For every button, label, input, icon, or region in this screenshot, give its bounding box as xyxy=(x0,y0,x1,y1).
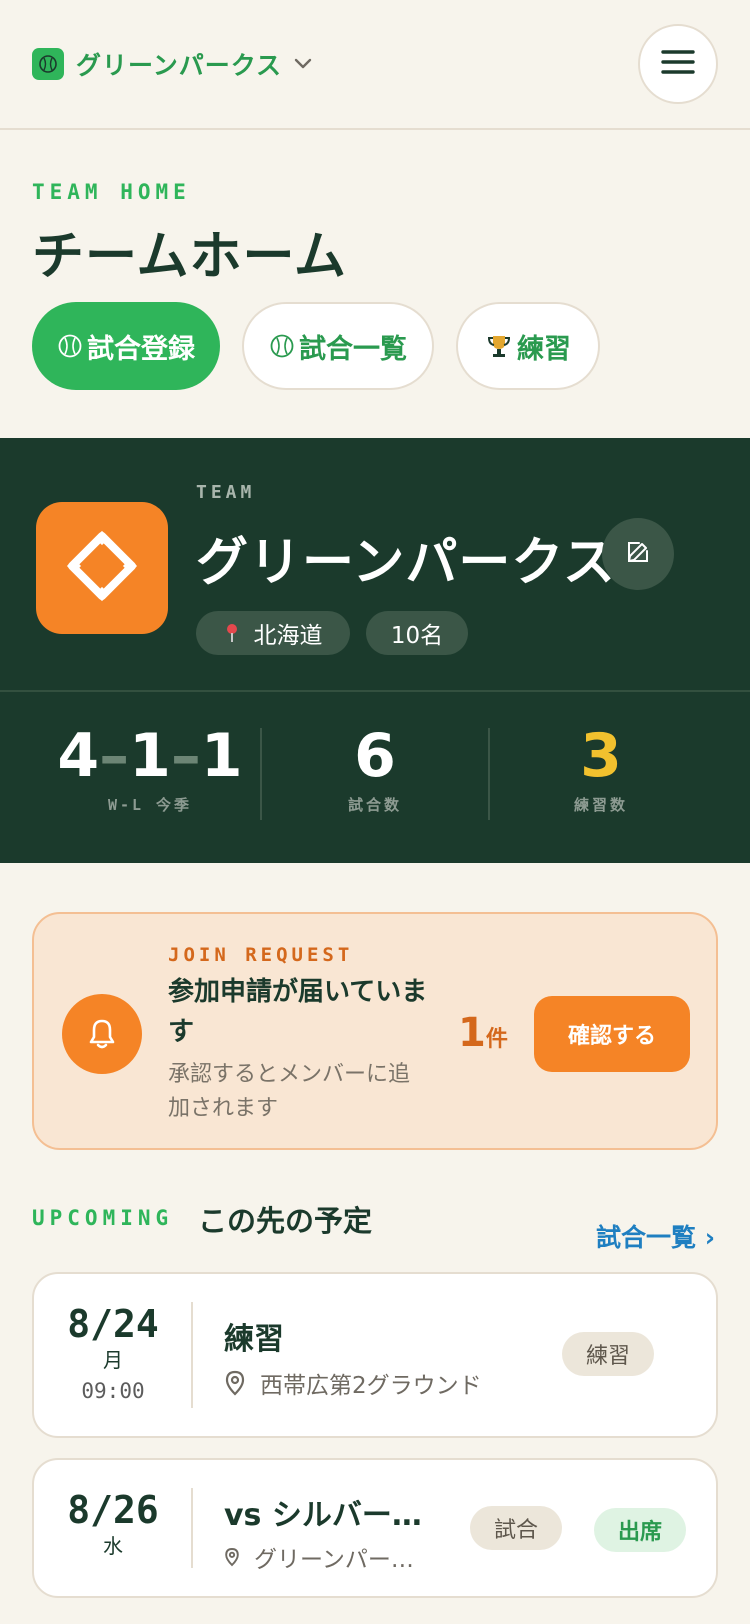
event-type-badge: 練習 xyxy=(562,1332,654,1376)
upcoming-title: この先の予定 xyxy=(198,1204,373,1238)
games-stat: 6 試合数 xyxy=(262,720,488,820)
event-time: 09:00 xyxy=(81,1379,145,1403)
record-stat: 4–1–1 W-L 今季 xyxy=(40,720,260,820)
baseball-icon xyxy=(57,333,83,359)
practices-label: 練習数 xyxy=(573,796,628,814)
event-divider xyxy=(191,1488,193,1568)
practice-button[interactable]: 練習 xyxy=(456,302,600,390)
join-request-eyebrow: JOIN REQUEST xyxy=(168,944,354,966)
pencil-icon xyxy=(625,539,651,569)
game-list-link[interactable]: 試合一覧 › xyxy=(596,1218,715,1254)
event-place: 西帯広第2グラウンド xyxy=(224,1366,482,1400)
event-weekday: 水 xyxy=(103,1534,123,1558)
upcoming-eyebrow: UPCOMING xyxy=(32,1206,174,1230)
location-chip: 北海道 xyxy=(196,611,350,655)
edit-team-button[interactable] xyxy=(602,518,674,590)
event-date: 8/24 月 09:00 xyxy=(34,1302,192,1408)
map-pin-icon xyxy=(224,1370,246,1396)
location-text: 北海道 xyxy=(253,623,323,649)
join-request-count: 1件 xyxy=(458,1010,508,1056)
event-place-text: 西帯広第2グラウンド xyxy=(260,1373,482,1399)
practices-value: 3 xyxy=(580,721,622,791)
register-game-label: 試合登録 xyxy=(87,333,195,365)
practices-stat: 3 練習数 xyxy=(490,720,712,820)
game-list-label: 試合一覧 xyxy=(299,333,407,365)
event-place: グリーンパー… xyxy=(224,1540,414,1574)
practice-label: 練習 xyxy=(517,333,571,365)
games-label: 試合数 xyxy=(347,796,402,814)
event-weekday: 月 xyxy=(103,1348,123,1372)
join-request-subtitle: 承認するとメンバーに追加されます xyxy=(168,1062,411,1121)
event-place-text: グリーンパー… xyxy=(254,1547,414,1573)
baseball-icon xyxy=(32,48,64,80)
games-value: 6 xyxy=(354,721,396,791)
confirm-button[interactable]: 確認する xyxy=(534,996,690,1072)
trophy-icon xyxy=(485,332,513,360)
card-divider xyxy=(0,690,750,692)
event-card[interactable]: 8/26 水 vs シルバー… グリーンパー… 試合 出席 xyxy=(32,1458,718,1598)
member-count-chip: 10名 xyxy=(366,611,468,655)
join-request-title: 参加申請が届いています xyxy=(168,977,428,1047)
team-switcher[interactable]: グリーンパークス xyxy=(32,47,312,81)
event-date-value: 8/24 xyxy=(67,1302,159,1346)
join-count-unit: 件 xyxy=(485,1027,508,1052)
team-switcher-name: グリーンパークス xyxy=(76,51,283,80)
wins-value: 4 xyxy=(57,721,100,791)
record-label: W-L 今季 xyxy=(107,796,193,814)
team-label: TEAM xyxy=(196,482,256,503)
chevron-down-icon xyxy=(294,55,312,74)
page-title: チームホーム xyxy=(32,227,347,287)
baseball-diamond-icon xyxy=(66,530,138,606)
team-card: TEAM グリーンパークス 北海道 10名 4–1–1 W-L 今季 6 試合数… xyxy=(0,438,750,863)
bell-icon xyxy=(62,994,142,1074)
menu-button[interactable] xyxy=(638,24,718,104)
baseball-icon xyxy=(269,333,295,359)
event-divider xyxy=(191,1302,193,1408)
quick-actions: 試合登録 試合一覧 練習 xyxy=(32,302,622,390)
join-request-card: JOIN REQUEST 参加申請が届いています 承認するとメンバーに追加されま… xyxy=(32,912,718,1150)
map-pin-icon xyxy=(224,1547,240,1567)
record-dash: – xyxy=(170,721,201,791)
game-list-button[interactable]: 試合一覧 xyxy=(242,302,434,390)
page-eyebrow: TEAM HOME xyxy=(32,180,191,204)
event-type-badge: 試合 xyxy=(470,1506,562,1550)
event-title: 練習 xyxy=(224,1322,284,1357)
draws-value: 1 xyxy=(200,721,243,791)
register-game-button[interactable]: 試合登録 xyxy=(32,302,220,390)
join-count-number: 1 xyxy=(458,1010,486,1056)
record-dash: – xyxy=(99,721,130,791)
event-card[interactable]: 8/24 月 09:00 練習 西帯広第2グラウンド 練習 xyxy=(32,1272,718,1438)
pushpin-icon xyxy=(224,623,240,643)
member-count-text: 10名 xyxy=(390,623,444,649)
hamburger-icon xyxy=(661,49,695,79)
event-date-value: 8/26 xyxy=(67,1488,159,1532)
attendance-badge: 出席 xyxy=(594,1508,686,1552)
top-bar: グリーンパークス xyxy=(0,0,750,130)
event-title: vs シルバー… xyxy=(224,1498,422,1533)
event-date: 8/26 水 xyxy=(34,1488,192,1560)
team-name: グリーンパークス xyxy=(196,533,616,593)
losses-value: 1 xyxy=(129,721,171,791)
team-avatar xyxy=(36,502,168,634)
